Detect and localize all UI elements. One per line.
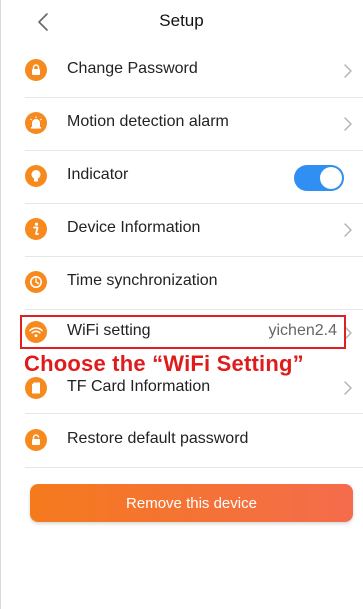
instruction-annotation: Choose the “WiFi Setting” xyxy=(24,351,304,376)
divider xyxy=(25,467,363,468)
indicator-toggle[interactable] xyxy=(294,165,344,191)
setting-label: Indicator xyxy=(67,166,129,183)
chevron-right-icon xyxy=(344,223,352,237)
setting-row-device-information[interactable]: Device Information xyxy=(0,203,363,256)
sd-card-icon xyxy=(25,377,47,399)
clock-icon xyxy=(25,271,47,293)
setting-label: Motion detection alarm xyxy=(67,113,229,130)
remove-device-button[interactable]: Remove this device xyxy=(30,484,353,522)
bulb-icon xyxy=(25,165,47,187)
info-icon xyxy=(25,218,47,240)
lock-icon xyxy=(25,59,47,81)
unlock-icon xyxy=(25,429,47,451)
alarm-icon xyxy=(25,112,47,134)
header: Setup xyxy=(0,0,363,44)
toggle-knob xyxy=(320,167,342,189)
chevron-right-icon xyxy=(344,381,352,395)
setting-label: Time synchronization xyxy=(67,272,218,289)
highlight-box xyxy=(20,315,346,349)
setting-label: TF Card Information xyxy=(67,378,211,395)
chevron-right-icon xyxy=(344,117,352,131)
remove-device-label: Remove this device xyxy=(126,494,257,512)
setting-row-time-synchronization[interactable]: Time synchronization xyxy=(0,256,363,309)
page-title: Setup xyxy=(159,11,204,30)
chevron-right-icon xyxy=(344,64,352,78)
setting-label: Restore default password xyxy=(67,430,249,447)
setting-row-change-password[interactable]: Change Password xyxy=(0,44,363,97)
setting-label: Device Information xyxy=(67,219,201,236)
setting-row-motion-detection[interactable]: Motion detection alarm xyxy=(0,97,363,150)
setting-label: Change Password xyxy=(67,60,198,77)
setting-row-restore-password[interactable]: Restore default password xyxy=(0,413,363,467)
